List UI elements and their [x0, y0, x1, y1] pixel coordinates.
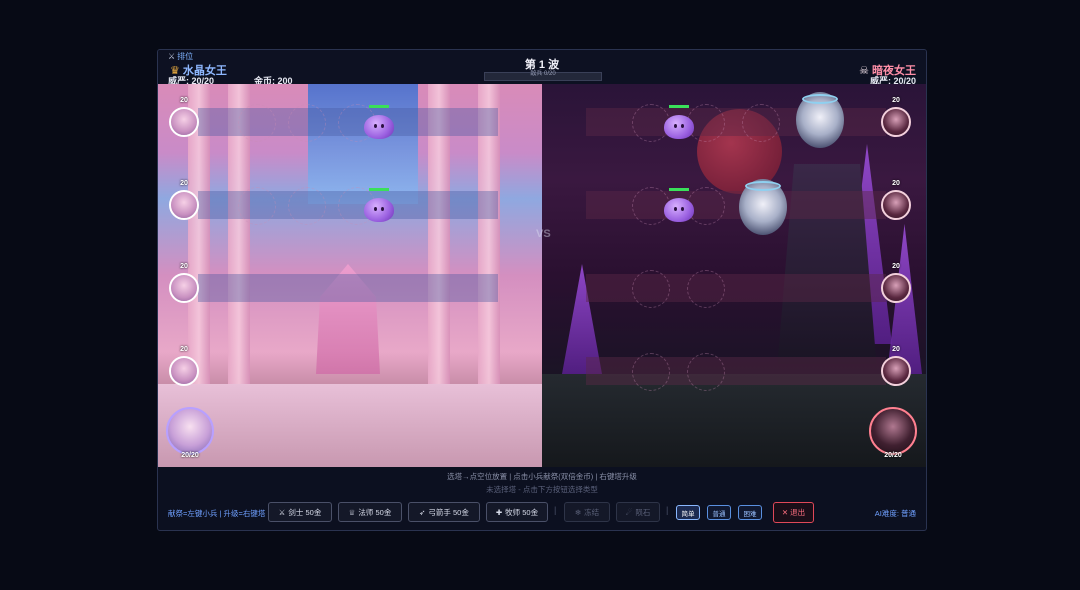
right-battlefield[interactable]: 20 20 20 20 20/20 — [542, 84, 926, 467]
controls-hint: 献祭=左键小兵 | 升级=右键塔 — [168, 509, 266, 518]
button-label: 陨石 — [635, 507, 651, 517]
right-queen-hp: 20/20 — [884, 452, 902, 459]
hero-portrait[interactable] — [169, 107, 199, 137]
hero-hp: 20 — [892, 97, 900, 104]
slime-enemy[interactable] — [664, 198, 694, 222]
hero-hp: 20 — [892, 346, 900, 353]
lane-2[interactable] — [586, 191, 886, 219]
tower-slot[interactable] — [238, 187, 276, 225]
hero-hp: 20 — [892, 263, 900, 270]
meteor-skill-button[interactable]: ☄ 陨石 — [616, 502, 660, 522]
left-queen-hp: 20/20 — [181, 452, 199, 459]
enemy-hp-bar — [669, 105, 689, 108]
hero-portrait[interactable] — [881, 273, 911, 303]
hero-portrait[interactable] — [169, 273, 199, 303]
meteor-icon: ☄ — [625, 507, 633, 517]
hero-hp: 20 — [180, 97, 188, 104]
sword-icon: ⚔ — [278, 507, 286, 517]
freeze-skill-button[interactable]: ❄ 冻结 — [564, 502, 610, 522]
hero-hp: 20 — [180, 346, 188, 353]
divider: | — [554, 505, 557, 515]
top-bar: ⚔ 排位 ♛ 水晶女王 威严: 20/20 金币: 200 第 1 波 敌兵 0… — [158, 50, 926, 86]
hero-portrait[interactable] — [881, 190, 911, 220]
tower-slot[interactable] — [632, 270, 670, 308]
button-label: 弓箭手 50金 — [428, 507, 469, 517]
exit-button[interactable]: ✕ 退出 — [773, 502, 814, 523]
skeleton-queen-enemy[interactable] — [796, 92, 844, 148]
left-queen-portrait[interactable] — [166, 407, 214, 455]
difficulty-hard-button[interactable]: 困难 — [738, 505, 762, 520]
slime-enemy[interactable] — [364, 198, 394, 222]
marble-floor — [158, 384, 542, 467]
tower-slot[interactable] — [288, 187, 326, 225]
hero-portrait[interactable] — [881, 356, 911, 386]
help-line-2: 未选择塔 - 点击下方按钮选择类型 — [486, 485, 598, 494]
wave-progress-text: 敌兵 0/20 — [530, 71, 556, 77]
ai-difficulty-label: AI难度: 普通 — [874, 509, 916, 518]
button-label: 牧师 50金 — [505, 507, 539, 517]
tower-slot[interactable] — [687, 353, 725, 391]
snowflake-icon: ❄ — [574, 507, 582, 517]
divider: | — [666, 505, 669, 515]
hero-hp: 20 — [892, 180, 900, 187]
slime-enemy[interactable] — [664, 115, 694, 139]
slime-enemy[interactable] — [364, 115, 394, 139]
hero-hp: 20 — [180, 180, 188, 187]
bow-icon: ➶ — [419, 507, 426, 517]
mage-icon: ♕ — [348, 507, 356, 517]
vs-label: VS — [536, 228, 551, 240]
hero-hp: 20 — [180, 263, 188, 270]
difficulty-normal-button[interactable]: 普通 — [707, 505, 731, 520]
hero-portrait[interactable] — [881, 107, 911, 137]
tower-slot[interactable] — [742, 104, 780, 142]
tower-slot[interactable] — [632, 353, 670, 391]
hero-portrait[interactable] — [169, 356, 199, 386]
enemy-hp-bar — [369, 188, 389, 191]
help-line-1: 选塔→点空位放置 | 点击小兵献祭(双倍金币) | 右键塔升级 — [447, 472, 637, 481]
tower-slot[interactable] — [238, 104, 276, 142]
difficulty-easy-button[interactable]: 简单 — [676, 505, 700, 520]
lane-3[interactable] — [586, 274, 886, 302]
hero-portrait[interactable] — [169, 190, 199, 220]
enemy-hp-bar — [369, 105, 389, 108]
left-battlefield[interactable]: 20 20 20 20 20/20 — [158, 84, 542, 467]
lane-4[interactable] — [586, 357, 886, 385]
skeleton-queen-enemy[interactable] — [739, 179, 787, 235]
game-frame: ⚔ 排位 ♛ 水晶女王 威严: 20/20 金币: 200 第 1 波 敌兵 0… — [157, 49, 927, 531]
archer-tower-button[interactable]: ➶ 弓箭手 50金 — [408, 502, 480, 522]
button-label: 冻结 — [584, 507, 600, 517]
tower-slot[interactable] — [288, 104, 326, 142]
button-label: 法师 50金 — [358, 507, 392, 517]
button-label: 剑士 50金 — [288, 507, 322, 517]
right-queen-portrait[interactable] — [869, 407, 917, 455]
skull-icon: ☠ — [859, 64, 869, 77]
mage-tower-button[interactable]: ♕ 法师 50金 — [338, 502, 402, 522]
enemy-hp-bar — [669, 188, 689, 191]
cross-icon: ✚ — [495, 507, 503, 517]
swordsman-tower-button[interactable]: ⚔ 剑士 50金 — [268, 502, 332, 522]
sky-background — [308, 84, 418, 204]
tower-slot[interactable] — [687, 270, 725, 308]
priest-tower-button[interactable]: ✚ 牧师 50金 — [486, 502, 548, 522]
lane-3[interactable] — [198, 274, 498, 302]
